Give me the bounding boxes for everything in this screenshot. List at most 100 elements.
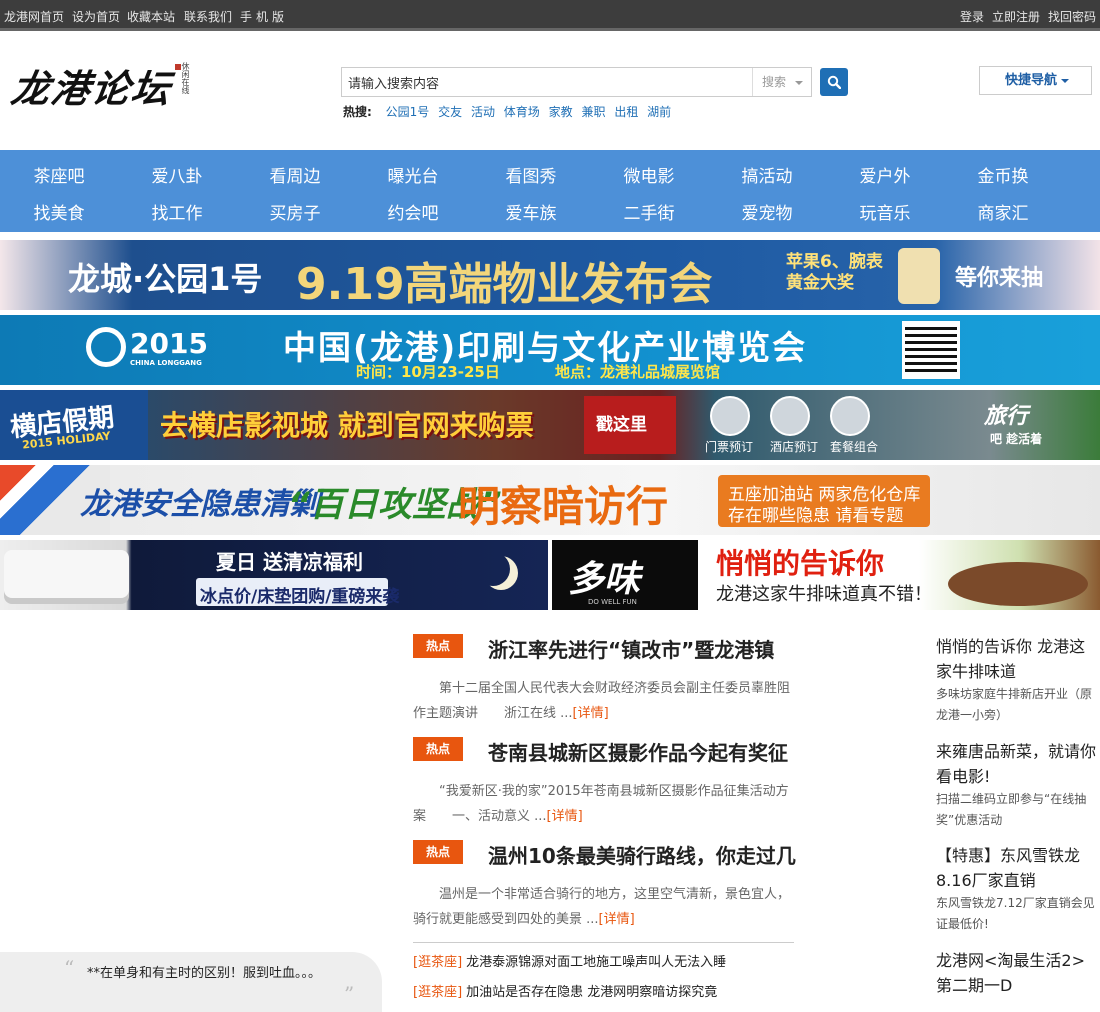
- news-detail-link[interactable]: [详情]: [599, 912, 635, 927]
- banner-hengdian[interactable]: 横店假期 2015 HOLIDAY 去横店影视城 就到官网来购票 戳这里 门票预…: [0, 390, 1100, 460]
- search-button[interactable]: [820, 68, 848, 96]
- hot-word[interactable]: 体育场: [504, 105, 540, 119]
- banner-text: 多味: [568, 559, 641, 600]
- news-item: 热点 温州10条最美骑行路线，你走过几 温州是一个非常适合骑行的地方，这里空气清…: [413, 840, 796, 930]
- topbar-home-link[interactable]: 龙港网首页: [4, 8, 64, 25]
- news-summary: 温州是一个非常适合骑行的地方，这里空气清新，景色宜人，骑行就更能感受到四处的美景…: [413, 887, 791, 927]
- side-item[interactable]: 来雍唐品新菜，就请你看电影! 扫描二维码立即参与“在线抽奖”优惠活动: [936, 739, 1100, 831]
- topbar-mobile-link[interactable]: 手机版: [240, 8, 288, 25]
- nav-item[interactable]: 金币换: [944, 162, 1062, 187]
- nav-item[interactable]: 爱车族: [472, 199, 590, 224]
- topbar-bookmark-link[interactable]: 收藏本站: [127, 8, 175, 25]
- topbar-register-link[interactable]: 立即注册: [992, 8, 1040, 25]
- tea-list-item[interactable]: [逛茶座] 加油站是否存在隐患 龙港网明察暗访探究竟: [413, 981, 793, 1000]
- nav-item[interactable]: 爱宠物: [708, 199, 826, 224]
- banner-steak[interactable]: 悄悄的告诉你 龙港这家牛排味道真不错！: [698, 540, 1100, 610]
- search-type-label: 搜索: [762, 75, 787, 89]
- hot-search-label: 热搜:: [343, 105, 372, 119]
- hot-word[interactable]: 出租: [614, 105, 638, 119]
- news-title-link[interactable]: 苍南县城新区摄影作品今起有奖征: [488, 737, 788, 766]
- hot-word[interactable]: 交友: [438, 105, 462, 119]
- banner-property-launch[interactable]: 龙城·公园1号 9.19高端物业发布会 苹果6、腕表 黄金大奖 等你来抽: [0, 240, 1100, 310]
- hotel-icon[interactable]: [770, 396, 810, 436]
- tea-tag[interactable]: [逛茶座]: [413, 955, 462, 970]
- nav-item[interactable]: 找工作: [118, 199, 236, 224]
- search-input[interactable]: [342, 68, 752, 96]
- qr-code-icon: [902, 321, 960, 379]
- topbar-login-link[interactable]: 登录: [960, 8, 984, 25]
- banner-label: 门票预订: [705, 440, 754, 454]
- hot-badge: 热点: [413, 737, 463, 761]
- hot-word[interactable]: 家教: [549, 105, 573, 119]
- banner-text: DO WELL FUN: [588, 598, 637, 606]
- nav-item[interactable]: 微电影: [590, 162, 708, 187]
- nav-item[interactable]: 找美食: [0, 199, 118, 224]
- side-title[interactable]: 龙港网<淘最生活2>第二期一D: [936, 948, 1100, 998]
- nav-item[interactable]: 二手街: [590, 199, 708, 224]
- tea-link[interactable]: 加油站是否存在隐患 龙港网明察暗访探究竟: [466, 985, 717, 1000]
- side-item[interactable]: 龙港网<淘最生活2>第二期一D: [936, 948, 1100, 998]
- news-item: 热点 苍南县城新区摄影作品今起有奖征 “我爱新区·我的家”2015年苍南县城新区…: [413, 737, 795, 827]
- side-item[interactable]: 【特惠】东风雪铁龙8.16厂家直销 东风雪铁龙7.12厂家直销会见证最低价!: [936, 843, 1100, 935]
- news-detail-link[interactable]: [详情]: [573, 706, 609, 721]
- site-logo[interactable]: 龙港论坛 休闲在线: [8, 58, 190, 111]
- logo-text: 龙港论坛: [8, 66, 175, 111]
- nav-item[interactable]: 看图秀: [472, 162, 590, 187]
- banner-text: 冰点价/床垫团购/重磅来袭: [200, 587, 400, 607]
- close-quote-icon: ”: [344, 982, 355, 1006]
- topbar-recover-password-link[interactable]: 找回密码: [1048, 8, 1096, 25]
- banner-text: 旅行: [984, 404, 1029, 429]
- nav-item[interactable]: 爱户外: [826, 162, 944, 187]
- tea-link[interactable]: 龙港泰源锦源对面工地施工噪声叫人无法入睡: [466, 955, 726, 970]
- hot-word[interactable]: 公园1号: [386, 105, 430, 119]
- news-title-link[interactable]: 浙江率先进行“镇改市”暨龙港镇: [488, 634, 774, 663]
- news-summary: 第十二届全国人民代表大会财政经济委员会副主任委员辜胜阻作主题演讲 浙江在线 ..…: [413, 681, 791, 721]
- hot-word[interactable]: 兼职: [581, 105, 605, 119]
- side-desc: 扫描二维码立即参与“在线抽奖”优惠活动: [936, 792, 1087, 827]
- banner-text: 龙港这家牛排味道真不错！: [716, 584, 932, 605]
- nav-item[interactable]: 约会吧: [354, 199, 472, 224]
- side-title[interactable]: 【特惠】东风雪铁龙8.16厂家直销: [936, 843, 1100, 893]
- banner-headline: 去横店影视城 就到官网来购票: [160, 409, 534, 442]
- side-title[interactable]: 悄悄的告诉你 龙港这家牛排味道: [936, 634, 1100, 684]
- banner-text: 吧 趁活着: [990, 432, 1043, 446]
- banner-duowei-logo[interactable]: 多味 DO WELL FUN: [552, 540, 698, 610]
- main-nav: 茶座吧 爱八卦 看周边 曝光台 看图秀 微电影 搞活动 爱户外 金币换 找美食 …: [0, 150, 1100, 232]
- news-detail-link[interactable]: [详情]: [547, 809, 583, 824]
- topbar-set-homepage-link[interactable]: 设为首页: [72, 8, 120, 25]
- nav-item[interactable]: 买房子: [236, 199, 354, 224]
- chevron-down-icon: [795, 81, 803, 85]
- nav-item[interactable]: 爱八卦: [118, 162, 236, 187]
- banner-label: 套餐组合: [830, 440, 879, 454]
- side-item[interactable]: 悄悄的告诉你 龙港这家牛排味道 多味坊家庭牛排新店开业（原龙港一小旁）: [936, 634, 1100, 726]
- nav-item[interactable]: 看周边: [236, 162, 354, 187]
- caret-down-icon: [1061, 79, 1069, 83]
- nav-item[interactable]: 曝光台: [354, 162, 472, 187]
- nav-item[interactable]: 搞活动: [708, 162, 826, 187]
- tea-tag[interactable]: [逛茶座]: [413, 985, 462, 1000]
- hot-word[interactable]: 活动: [471, 105, 495, 119]
- banner-text: 苹果6、腕表 黄金大奖: [786, 252, 883, 293]
- news-title-link[interactable]: 温州10条最美骑行路线，你走过几: [488, 840, 796, 869]
- nav-item[interactable]: 玩音乐: [826, 199, 944, 224]
- tea-list-item[interactable]: [逛茶座] 龙港泰源锦源对面工地施工噪声叫人无法入睡: [413, 951, 793, 970]
- search-type-select[interactable]: 搜索: [752, 68, 812, 96]
- moon-icon: [476, 552, 510, 586]
- package-icon[interactable]: [830, 396, 870, 436]
- nav-item[interactable]: 商家汇: [944, 199, 1062, 224]
- banner-text: 地点：龙港礼品城展览馆: [555, 363, 721, 381]
- quote-text: **在单身和有主时的区别！服到吐血。。。: [87, 966, 322, 981]
- side-desc: 东风雪铁龙7.12厂家直销会见证最低价!: [936, 896, 1095, 931]
- banner-mattress[interactable]: 夏日 送清凉福利 冰点价/床垫团购/重磅来袭: [0, 540, 548, 610]
- topbar-contact-link[interactable]: 联系我们: [184, 8, 232, 25]
- quick-nav-button[interactable]: 快捷导航: [979, 66, 1092, 95]
- quote-box[interactable]: “ **在单身和有主时的区别！服到吐血。。。 ”: [0, 952, 382, 1012]
- hot-word[interactable]: 湖前: [647, 105, 671, 119]
- banner-label: 酒店预订: [770, 440, 819, 454]
- side-title[interactable]: 来雍唐品新菜，就请你看电影!: [936, 739, 1100, 789]
- nav-item[interactable]: 茶座吧: [0, 162, 118, 187]
- banner-expo[interactable]: 2015 CHINA LONGGANG 中国(龙港)印刷与文化产业博览会 时间：…: [0, 315, 1100, 385]
- banner-safety[interactable]: 龙港安全隐患清剿 “百日攻坚战” 明察暗访行 五座加油站 两家危化仓库 存在哪些…: [0, 465, 1100, 535]
- banner-headline: 明察暗访行: [458, 482, 669, 531]
- ticket-icon[interactable]: [710, 396, 750, 436]
